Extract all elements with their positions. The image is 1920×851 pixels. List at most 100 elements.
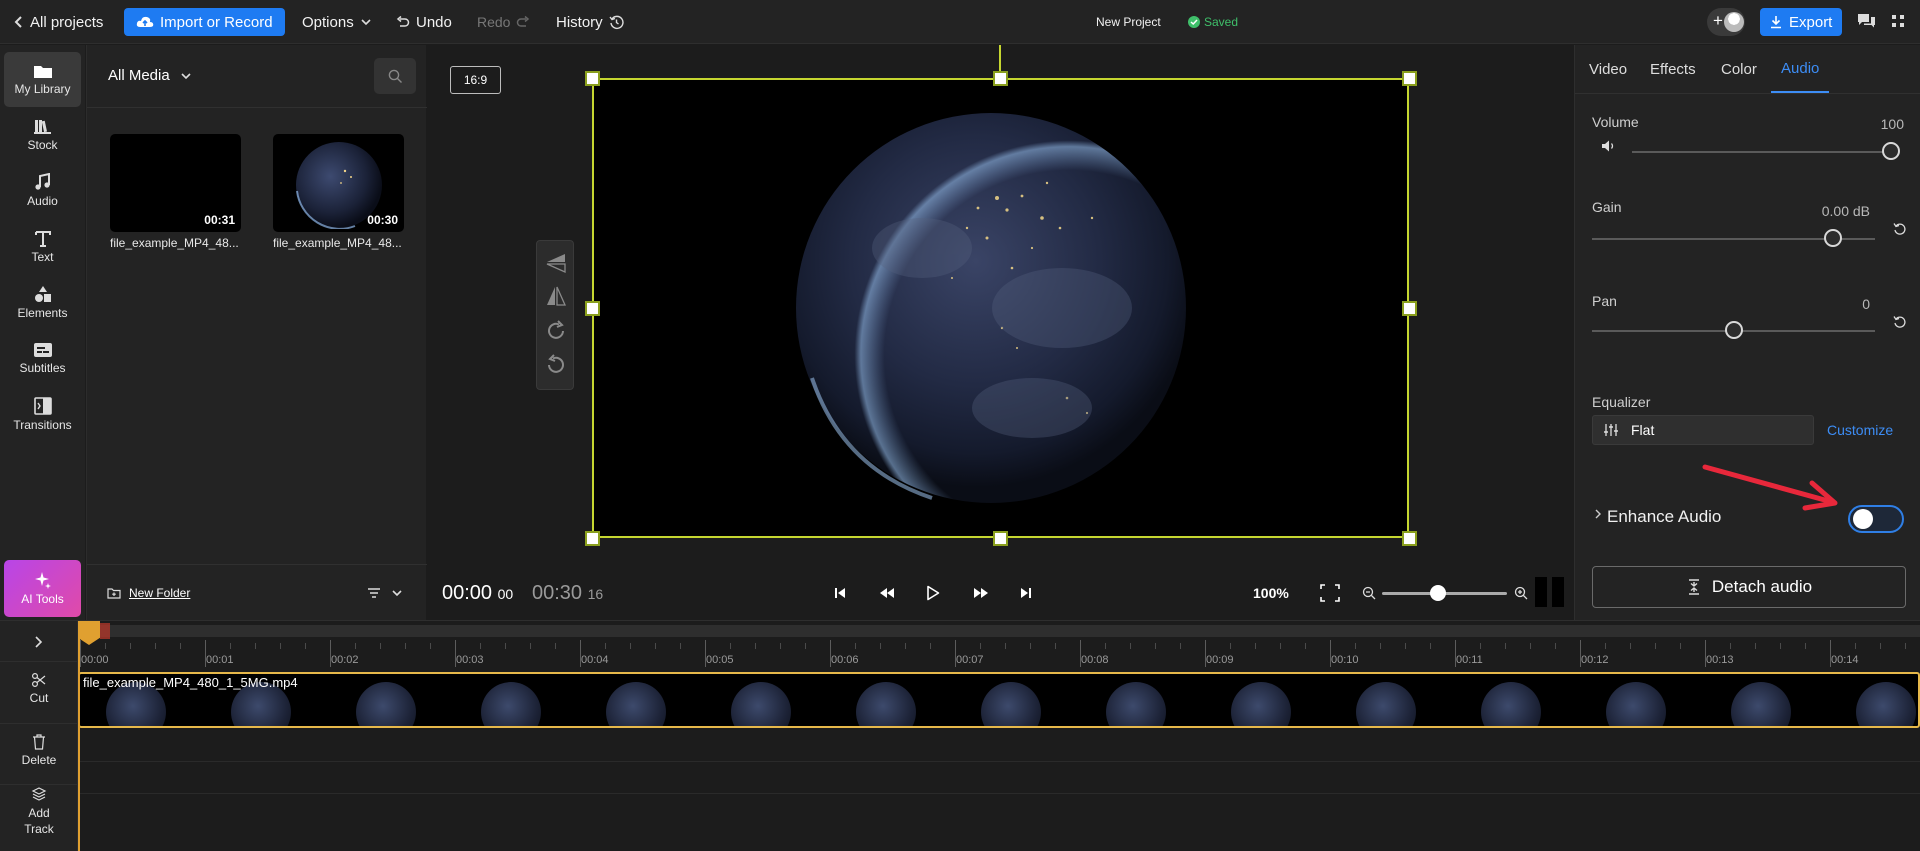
- undo-button[interactable]: Undo: [396, 0, 452, 44]
- rotate-counterclockwise-icon[interactable]: [545, 354, 567, 376]
- reset-icon[interactable]: [1893, 222, 1907, 236]
- ruler-minor-tick: [255, 643, 256, 649]
- zoom-percent[interactable]: 100%: [1253, 585, 1289, 601]
- fast-forward-icon[interactable]: [972, 586, 990, 600]
- resize-handle[interactable]: [585, 531, 600, 546]
- total-time-frames: 16: [587, 586, 604, 602]
- all-media-dropdown[interactable]: All Media: [108, 67, 192, 84]
- ruler-tick-label: 00:13: [1706, 654, 1734, 666]
- add-track-button[interactable]: Add Track: [0, 786, 78, 837]
- gain-label: Gain: [1592, 199, 1622, 215]
- rewind-icon[interactable]: [878, 586, 896, 600]
- redo-button[interactable]: Redo: [477, 0, 530, 44]
- ruler-minor-tick: [605, 643, 606, 649]
- comments-icon[interactable]: [1857, 13, 1876, 29]
- volume-slider-track[interactable]: [1632, 151, 1891, 153]
- fullscreen-icon[interactable]: [1319, 583, 1341, 603]
- rail-item-label: Audio: [27, 194, 58, 208]
- ruler-minor-tick: [905, 643, 906, 649]
- skip-to-start-icon[interactable]: [833, 586, 847, 600]
- panel-toggle[interactable]: [1535, 577, 1547, 607]
- import-record-button[interactable]: Import or Record: [124, 8, 285, 36]
- tab-color[interactable]: Color: [1721, 45, 1757, 93]
- volume-slider-thumb[interactable]: [1882, 142, 1900, 160]
- resize-handle[interactable]: [1402, 531, 1417, 546]
- reset-icon[interactable]: [1893, 315, 1907, 329]
- more-icon[interactable]: [1890, 13, 1906, 29]
- gain-slider-thumb[interactable]: [1823, 229, 1842, 247]
- ruler-minor-tick: [1280, 643, 1281, 649]
- history-label: History: [556, 13, 603, 31]
- skip-to-end-icon[interactable]: [1019, 586, 1033, 600]
- ruler-minor-tick: [1255, 643, 1256, 649]
- tab-video[interactable]: Video: [1589, 45, 1627, 93]
- folder-plus-icon: [107, 588, 121, 599]
- media-thumbnail[interactable]: 00:31: [110, 134, 241, 232]
- resize-handle[interactable]: [585, 301, 600, 316]
- zoom-slider-thumb[interactable]: [1430, 585, 1447, 601]
- rail-item-transitions[interactable]: Transitions: [4, 387, 81, 442]
- resize-handle[interactable]: [993, 531, 1008, 546]
- panel-toggle[interactable]: [1552, 577, 1564, 607]
- rail-item-text[interactable]: Text: [4, 219, 81, 274]
- customize-link[interactable]: Customize: [1827, 422, 1893, 438]
- delete-button[interactable]: Delete: [0, 734, 78, 767]
- play-icon[interactable]: [926, 585, 940, 601]
- rail-item-my-library[interactable]: My Library: [4, 52, 81, 107]
- ruler-minor-tick: [1630, 643, 1631, 649]
- search-button[interactable]: [374, 58, 416, 94]
- aspect-ratio-label: 16:9: [463, 73, 488, 87]
- media-thumbnail[interactable]: 00:30: [273, 134, 404, 232]
- rail-item-audio[interactable]: Audio: [4, 163, 81, 218]
- project-name[interactable]: New Project: [1096, 0, 1161, 44]
- chevron-right-icon[interactable]: [1594, 508, 1602, 520]
- pan-slider-thumb[interactable]: [1724, 321, 1743, 339]
- clip-frame-thumbnail: [856, 682, 916, 726]
- rail-item-elements[interactable]: Elements: [4, 275, 81, 330]
- options-menu[interactable]: Options: [302, 0, 372, 44]
- detach-audio-button[interactable]: Detach audio: [1592, 566, 1906, 608]
- chevron-right-icon[interactable]: [33, 635, 43, 649]
- avatar[interactable]: [1724, 12, 1744, 32]
- export-button[interactable]: Export: [1760, 8, 1843, 36]
- zoom-in-icon[interactable]: [1514, 586, 1528, 600]
- rail-item-stock[interactable]: Stock: [4, 107, 81, 162]
- history-button[interactable]: History: [556, 0, 624, 44]
- marker-flag: [100, 623, 110, 639]
- resize-handle[interactable]: [1402, 301, 1417, 316]
- detach-icon: [1688, 579, 1699, 595]
- video-clip[interactable]: file_example_MP4_480_1_5MG.mp4: [78, 672, 1920, 728]
- tab-audio[interactable]: Audio: [1771, 45, 1830, 93]
- collaborators[interactable]: +: [1707, 8, 1745, 36]
- all-projects-button[interactable]: All projects: [14, 0, 103, 44]
- playhead-line[interactable]: [78, 621, 80, 851]
- cut-button[interactable]: Cut: [0, 672, 78, 705]
- selection-box[interactable]: [592, 78, 1409, 538]
- speaker-icon: [1602, 140, 1614, 152]
- tab-effects[interactable]: Effects: [1650, 45, 1696, 93]
- flip-vertical-icon[interactable]: [545, 251, 567, 273]
- chevron-down-icon: [361, 19, 371, 26]
- sort-dropdown[interactable]: [367, 587, 403, 599]
- new-folder-button[interactable]: New Folder: [107, 586, 190, 600]
- flip-horizontal-icon[interactable]: [545, 285, 567, 307]
- video-canvas[interactable]: [585, 45, 1417, 546]
- rail-item-subtitles[interactable]: Subtitles: [4, 331, 81, 386]
- resize-handle[interactable]: [585, 71, 600, 86]
- ai-tools-button[interactable]: AI Tools: [4, 560, 81, 617]
- ruler-minor-tick: [755, 643, 756, 649]
- track-divider: [78, 761, 1920, 762]
- redo-label: Redo: [477, 14, 511, 30]
- ruler-minor-tick: [655, 643, 656, 649]
- aspect-ratio-button[interactable]: 16:9: [450, 66, 501, 94]
- enhance-audio-toggle[interactable]: [1848, 505, 1904, 533]
- rotate-clockwise-icon[interactable]: [545, 320, 567, 342]
- timeline-ruler[interactable]: 00:00 00:01 00:02 00:03 00:04 00:05 00:06 00:07…: [78, 621, 1920, 669]
- ruler-minor-tick: [780, 643, 781, 649]
- zoom-out-icon[interactable]: [1362, 586, 1376, 600]
- resize-handle[interactable]: [993, 71, 1008, 86]
- pan-value: 0: [1862, 296, 1870, 312]
- resize-handle[interactable]: [1402, 71, 1417, 86]
- transform-toolbar: [536, 240, 574, 390]
- equalizer-preset-select[interactable]: Flat: [1592, 415, 1814, 445]
